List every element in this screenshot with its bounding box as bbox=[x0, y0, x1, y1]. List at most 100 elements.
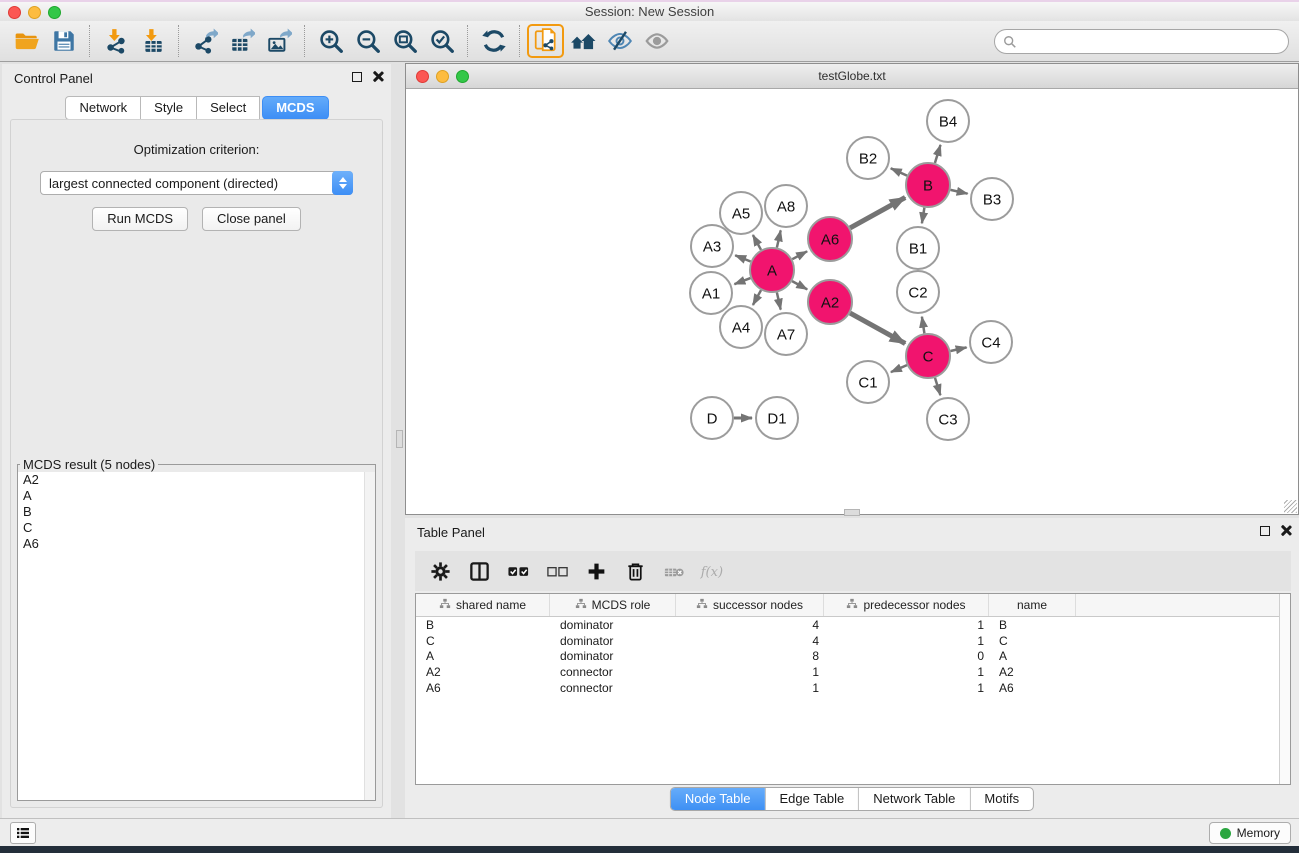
select-all-icon[interactable] bbox=[505, 558, 531, 584]
graph-node-A6[interactable]: A6 bbox=[808, 217, 852, 261]
delete-table-icon[interactable] bbox=[661, 558, 687, 584]
graph-node-A4[interactable]: A4 bbox=[720, 306, 762, 348]
graph-node-B[interactable]: B bbox=[906, 163, 950, 207]
close-panel-button[interactable]: Close panel bbox=[202, 207, 301, 231]
refresh-icon[interactable] bbox=[475, 24, 512, 58]
hide-selected-icon[interactable] bbox=[601, 24, 638, 58]
tab-network-table[interactable]: Network Table bbox=[859, 788, 970, 810]
graph-edge-B-B3[interactable] bbox=[951, 190, 968, 194]
graph-edge-B-B4[interactable] bbox=[935, 145, 941, 163]
table-row[interactable]: Adominator80A bbox=[416, 649, 1290, 665]
graph-node-C4[interactable]: C4 bbox=[970, 321, 1012, 363]
graph-node-A5[interactable]: A5 bbox=[720, 192, 762, 234]
graph-edge-A-A3[interactable] bbox=[735, 255, 750, 261]
graph-edge-C-C3[interactable] bbox=[935, 378, 940, 395]
show-all-icon[interactable] bbox=[638, 24, 675, 58]
delete-column-icon[interactable] bbox=[622, 558, 648, 584]
float-panel-icon[interactable] bbox=[352, 72, 362, 82]
run-mcds-button[interactable]: Run MCDS bbox=[92, 207, 188, 231]
graph-node-D[interactable]: D bbox=[691, 397, 733, 439]
network-zoom-button[interactable] bbox=[456, 70, 469, 83]
result-scrollbar[interactable] bbox=[364, 472, 375, 800]
tab-node-table[interactable]: Node Table bbox=[671, 788, 766, 810]
tab-motifs[interactable]: Motifs bbox=[970, 788, 1033, 810]
graph-node-C[interactable]: C bbox=[906, 334, 950, 378]
mcds-result-item[interactable]: B bbox=[18, 504, 375, 520]
first-neighbors-icon[interactable] bbox=[564, 24, 601, 58]
mcds-result-list[interactable]: A2ABCA6 bbox=[18, 472, 375, 800]
graph-edge-A-A4[interactable] bbox=[753, 290, 761, 305]
graph-edge-A2-C[interactable] bbox=[850, 313, 905, 343]
graph-node-C2[interactable]: C2 bbox=[897, 271, 939, 313]
graph-node-A3[interactable]: A3 bbox=[691, 225, 733, 267]
graph-node-A1[interactable]: A1 bbox=[690, 272, 732, 314]
tab-edge-table[interactable]: Edge Table bbox=[765, 788, 859, 810]
import-network-icon[interactable] bbox=[97, 24, 134, 58]
import-table-icon[interactable] bbox=[134, 24, 171, 58]
graph-node-C3[interactable]: C3 bbox=[927, 398, 969, 440]
save-session-icon[interactable] bbox=[45, 24, 82, 58]
network-canvas[interactable]: B4B2BB3A5A8A6B1A3AA1C2A2A4A7C4CC1C3DD1 bbox=[406, 89, 1298, 514]
graph-edge-C-C1[interactable] bbox=[891, 365, 907, 372]
export-image-icon[interactable] bbox=[260, 24, 297, 58]
zoom-window-button[interactable] bbox=[48, 6, 61, 19]
tab-network[interactable]: Network bbox=[65, 96, 141, 120]
column-header-name[interactable]: name bbox=[989, 594, 1076, 616]
export-table-icon[interactable] bbox=[223, 24, 260, 58]
graph-node-A2[interactable]: A2 bbox=[808, 280, 852, 324]
graph-node-B2[interactable]: B2 bbox=[847, 137, 889, 179]
column-header-shared-name[interactable]: shared name bbox=[416, 594, 550, 616]
graph-node-B1[interactable]: B1 bbox=[897, 227, 939, 269]
zoom-fit-icon[interactable] bbox=[386, 24, 423, 58]
close-table-panel-icon[interactable] bbox=[1280, 525, 1291, 536]
tab-select[interactable]: Select bbox=[196, 96, 260, 120]
gear-icon[interactable] bbox=[427, 558, 453, 584]
table-row[interactable]: A6connector11A6 bbox=[416, 680, 1290, 696]
graph-node-A[interactable]: A bbox=[750, 248, 794, 292]
graph-edge-A-A7[interactable] bbox=[777, 293, 781, 310]
mcds-result-item[interactable]: A bbox=[18, 488, 375, 504]
column-header-successor-nodes[interactable]: successor nodes bbox=[676, 594, 824, 616]
graph-node-A8[interactable]: A8 bbox=[765, 185, 807, 227]
show-panel-list-button[interactable] bbox=[10, 822, 36, 844]
table-scrollbar[interactable] bbox=[1279, 594, 1290, 784]
optimization-criterion-dropdown[interactable]: largest connected component (directed) bbox=[40, 171, 353, 195]
export-network-icon[interactable] bbox=[186, 24, 223, 58]
mcds-result-item[interactable]: C bbox=[18, 520, 375, 536]
close-window-button[interactable] bbox=[8, 6, 21, 19]
split-columns-icon[interactable] bbox=[466, 558, 492, 584]
graph-node-C1[interactable]: C1 bbox=[847, 361, 889, 403]
graph-edge-A-A8[interactable] bbox=[777, 230, 781, 247]
zoom-selected-icon[interactable] bbox=[423, 24, 460, 58]
graph-edge-A-A6[interactable] bbox=[792, 251, 807, 259]
mcds-result-item[interactable]: A6 bbox=[18, 536, 375, 552]
deselect-all-icon[interactable] bbox=[544, 558, 570, 584]
network-close-button[interactable] bbox=[416, 70, 429, 83]
network-window-titlebar[interactable]: testGlobe.txt bbox=[406, 64, 1298, 89]
graph-edge-A-A5[interactable] bbox=[753, 235, 761, 250]
search-input[interactable] bbox=[1017, 32, 1288, 52]
minimize-window-button[interactable] bbox=[28, 6, 41, 19]
add-column-icon[interactable] bbox=[583, 558, 609, 584]
resize-grip-icon[interactable] bbox=[1284, 500, 1297, 513]
search-field[interactable] bbox=[994, 29, 1289, 54]
zoom-out-icon[interactable] bbox=[349, 24, 386, 58]
graph-node-B4[interactable]: B4 bbox=[927, 100, 969, 142]
zoom-in-icon[interactable] bbox=[312, 24, 349, 58]
column-header-MCDS-role[interactable]: MCDS role bbox=[550, 594, 676, 616]
mcds-result-item[interactable]: A2 bbox=[18, 472, 375, 488]
graph-node-A7[interactable]: A7 bbox=[765, 313, 807, 355]
graph-edge-B-B1[interactable] bbox=[922, 208, 925, 224]
tab-style[interactable]: Style bbox=[140, 96, 197, 120]
graph-edge-A6-B[interactable] bbox=[850, 198, 905, 228]
horizontal-splitter-handle[interactable] bbox=[844, 509, 860, 516]
graph-edge-A-A2[interactable] bbox=[792, 281, 807, 289]
graph-edge-A-A1[interactable] bbox=[734, 278, 750, 284]
graph-node-D1[interactable]: D1 bbox=[756, 397, 798, 439]
column-header-predecessor-nodes[interactable]: predecessor nodes bbox=[824, 594, 989, 616]
table-row[interactable]: Cdominator41C bbox=[416, 633, 1290, 649]
graph-edge-B-B2[interactable] bbox=[891, 168, 907, 175]
graph-edge-C-C2[interactable] bbox=[922, 317, 925, 334]
table-row[interactable]: Bdominator41B bbox=[416, 617, 1290, 633]
graph-edge-C-C4[interactable] bbox=[951, 347, 967, 351]
